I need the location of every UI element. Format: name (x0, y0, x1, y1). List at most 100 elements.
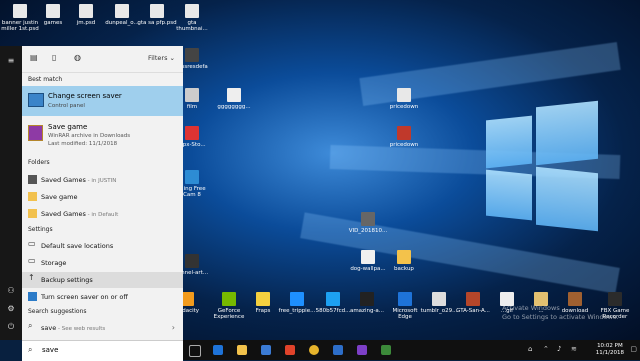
desktop-icon-label: pricedown (389, 142, 419, 148)
web-scope-icon[interactable]: ◍ (74, 53, 81, 62)
settings-label: Turn screen saver on or off (41, 293, 128, 301)
backup-icon: ↑ (28, 273, 35, 282)
task-view-icon[interactable] (189, 345, 201, 357)
app-shortcut-icon (398, 292, 412, 306)
desktop-icon[interactable]: pricedown (384, 126, 424, 148)
font-file-icon (397, 88, 411, 102)
volume-icon[interactable]: ♪ (557, 345, 561, 353)
app-shortcut-icon (222, 292, 236, 306)
chrome-icon[interactable] (309, 345, 319, 355)
file-icon (227, 88, 241, 102)
app-icon[interactable] (357, 345, 367, 355)
settings-result[interactable]: Turn screen saver on or off (22, 289, 183, 305)
file-icon (185, 88, 199, 102)
chevron-up-icon[interactable]: ⌃ (543, 345, 549, 353)
desktop-icon-label: Microsoft Edge (392, 308, 418, 320)
filters-dropdown[interactable]: Filters ⌄ (148, 54, 175, 62)
apps-scope-icon[interactable]: ▤ (30, 53, 38, 62)
search-icon: ⌕ (28, 321, 33, 330)
file-icon (79, 4, 93, 18)
hamburger-icon[interactable]: ≡ (5, 56, 17, 65)
desktop-icon-label: amazing-a... (349, 308, 385, 314)
photoshop-icon[interactable] (333, 345, 343, 355)
windows-logo-pane (536, 100, 598, 166)
settings-result[interactable]: ▭ Storage (22, 255, 183, 271)
screen-saver-icon (28, 93, 44, 107)
file-icon (185, 4, 199, 18)
windows-logo-pane (536, 166, 598, 232)
desktop-icon-label: film (186, 104, 198, 110)
desktop-icon-label: free_trippie... (278, 308, 316, 314)
edge-icon[interactable] (213, 345, 223, 355)
folder-result[interactable]: Save game (22, 189, 183, 205)
desktop-icon[interactable]: gta sa pfp.psd (137, 4, 177, 26)
blocked-icon (185, 126, 199, 140)
desktop-icon[interactable]: gta thumbnai... (172, 4, 212, 32)
chevron-right-icon: › (171, 323, 175, 332)
user-icon[interactable]: ⚇ (5, 286, 17, 295)
file-explorer-icon[interactable] (237, 345, 247, 355)
section-best-match: Best match (28, 76, 63, 83)
taskbar-clock[interactable]: 10:02 PM 11/1/2018 (596, 343, 624, 357)
app-shortcut-icon (326, 292, 340, 306)
section-folders: Folders (28, 159, 50, 166)
desktop-icon-label: VID_201810... (348, 228, 388, 234)
desktop-icon-label: gta sa pfp.psd (137, 20, 177, 26)
taskbar: ⌂ ⌃ ♪ ≋ 10:02 PM 11/1/2018 ▢ (183, 340, 640, 360)
search-scope-bar: ▤ ▯ ◍ Filters ⌄ (22, 46, 183, 73)
section-settings: Settings (28, 226, 53, 233)
taskbar-search-box[interactable]: ⌕ save (22, 340, 183, 361)
desktop-icon[interactable]: free_trippie... (277, 292, 317, 314)
save-game-result[interactable]: Save game WinRAR archive in Downloads La… (22, 120, 183, 152)
desktop-icon-label: games (43, 20, 63, 26)
desktop-icon-label: Fraps (255, 308, 271, 314)
store-icon[interactable] (261, 345, 271, 355)
watermark-subtitle: Go to Settings to activate Windows. (502, 313, 619, 321)
screen-saver-icon (28, 292, 37, 301)
desktop-icon[interactable]: dunpeal_o... (102, 4, 142, 26)
desktop-icon-label: gta thumbnai... (176, 20, 208, 32)
saved-games-folder-icon (28, 175, 37, 184)
app-icon[interactable] (381, 345, 391, 355)
wifi-icon[interactable]: ≋ (571, 345, 577, 353)
folder-result[interactable]: Saved Games - in Default (22, 206, 183, 222)
desktop-icon-label: 580b57fcd... (315, 308, 351, 314)
file-icon (185, 48, 199, 62)
app-shortcut-icon (256, 292, 270, 306)
desktop-icon[interactable]: amazing-a... (347, 292, 387, 314)
windows-logo-pane (486, 115, 532, 169)
desktop-icon[interactable]: VID_201810... (348, 212, 388, 234)
search-input[interactable]: save (42, 346, 58, 354)
clock-time: 10:02 PM (597, 343, 623, 349)
settings-result[interactable]: ↑ Backup settings (22, 272, 183, 288)
folder-label: Save game (41, 193, 78, 201)
save-game-title: Save game (48, 123, 88, 131)
gear-icon[interactable]: ⚙ (5, 304, 17, 313)
desktop-icon[interactable]: pricedown (384, 88, 424, 110)
firefox-icon[interactable] (285, 345, 295, 355)
best-match-result[interactable]: Change screen saver Control panel (22, 86, 183, 116)
chevron-down-icon: ⌄ (169, 54, 175, 62)
desktop-icon[interactable]: gggggggg... (214, 88, 254, 110)
web-suggestion[interactable]: ⌕ save - See web results › (22, 320, 183, 336)
settings-result[interactable]: ▭ Default save locations (22, 238, 183, 254)
folder-result[interactable]: Saved Games - in JUSTIN (22, 172, 183, 188)
filters-label: Filters (147, 54, 168, 62)
search-icon: ⌕ (28, 345, 33, 354)
desktop-icon[interactable]: jm.psd (66, 4, 106, 26)
suggestion-hint: - See web results (56, 326, 106, 332)
windows-logo-pane (486, 169, 532, 221)
settings-label: Storage (41, 259, 67, 267)
storage-icon: ▭ (28, 256, 36, 265)
network-icon[interactable]: ⌂ (528, 345, 532, 353)
desktop-icon-label: jm.psd (76, 20, 96, 26)
desktop-icon[interactable]: backup (384, 250, 424, 272)
file-icon (150, 4, 164, 18)
documents-scope-icon[interactable]: ▯ (52, 53, 56, 62)
notifications-icon[interactable]: ▢ (630, 345, 637, 353)
video-file-icon (361, 212, 375, 226)
desktop-icon[interactable]: dog-wallpa... (348, 250, 388, 272)
desktop-icon-label: GTA-San-A... (456, 308, 490, 314)
power-icon[interactable]: ⏻ (5, 322, 17, 332)
desktop-icon-label: backup (394, 266, 414, 272)
